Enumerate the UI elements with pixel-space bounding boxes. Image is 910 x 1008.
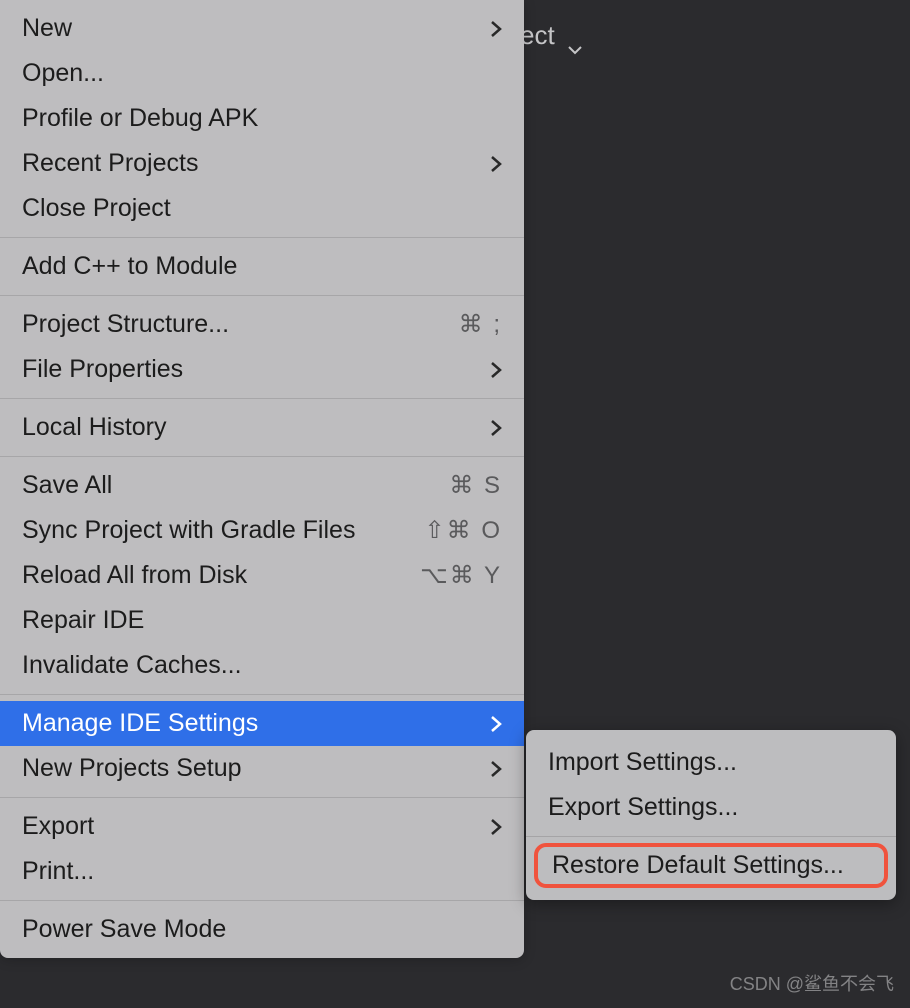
keyboard-shortcut: ⌘ ; <box>459 310 502 339</box>
menu-item-open[interactable]: Open... <box>0 51 524 96</box>
keyboard-shortcut: ⇧⌘ O <box>425 516 502 545</box>
file-menu: New Open... Profile or Debug APK Recent … <box>0 0 524 958</box>
menu-item-label: Export <box>22 812 94 841</box>
menu-item-label: Sync Project with Gradle Files <box>22 516 355 545</box>
keyboard-shortcut: ⌘ S <box>449 471 502 500</box>
menu-item-project-structure[interactable]: Project Structure... ⌘ ; <box>0 302 524 347</box>
menu-item-save-all[interactable]: Save All ⌘ S <box>0 463 524 508</box>
menu-item-power-save-mode[interactable]: Power Save Mode <box>0 907 524 952</box>
menu-item-label: Project Structure... <box>22 310 229 339</box>
menu-item-label: Profile or Debug APK <box>22 104 258 133</box>
menu-item-add-cpp-module[interactable]: Add C++ to Module <box>0 244 524 289</box>
submenu-item-label: Import Settings... <box>548 748 737 777</box>
toolbar-dropdown-fragment[interactable]: ect <box>520 20 583 51</box>
menu-item-label: Repair IDE <box>22 606 144 635</box>
menu-item-label: New <box>22 14 72 43</box>
chevron-right-icon <box>490 760 502 778</box>
menu-item-label: Open... <box>22 59 104 88</box>
chevron-right-icon <box>490 818 502 836</box>
submenu-item-import-settings[interactable]: Import Settings... <box>526 740 896 785</box>
chevron-right-icon <box>490 20 502 38</box>
menu-item-label: Manage IDE Settings <box>22 709 258 738</box>
menu-item-new[interactable]: New <box>0 6 524 51</box>
chevron-right-icon <box>490 419 502 437</box>
submenu-item-label: Export Settings... <box>548 793 738 822</box>
menu-separator <box>0 237 524 238</box>
menu-separator <box>0 456 524 457</box>
chevron-right-icon <box>490 155 502 173</box>
menu-item-label: Save All <box>22 471 112 500</box>
menu-separator <box>0 398 524 399</box>
menu-separator <box>0 295 524 296</box>
menu-item-label: Close Project <box>22 194 171 223</box>
submenu-item-label: Restore Default Settings... <box>552 851 844 880</box>
menu-separator <box>526 836 896 837</box>
chevron-right-icon <box>490 715 502 733</box>
menu-item-new-projects-setup[interactable]: New Projects Setup <box>0 746 524 791</box>
menu-item-print[interactable]: Print... <box>0 849 524 894</box>
submenu-item-export-settings[interactable]: Export Settings... <box>526 785 896 830</box>
submenu-item-restore-default-settings[interactable]: Restore Default Settings... <box>534 843 888 888</box>
menu-item-export[interactable]: Export <box>0 804 524 849</box>
menu-separator <box>0 694 524 695</box>
menu-item-label: Invalidate Caches... <box>22 651 242 680</box>
menu-item-manage-ide-settings[interactable]: Manage IDE Settings <box>0 701 524 746</box>
menu-item-label: Print... <box>22 857 94 886</box>
keyboard-shortcut: ⌥⌘ Y <box>420 561 502 590</box>
menu-item-file-properties[interactable]: File Properties <box>0 347 524 392</box>
menu-item-label: Reload All from Disk <box>22 561 247 590</box>
chevron-down-icon <box>567 31 583 41</box>
menu-item-repair-ide[interactable]: Repair IDE <box>0 598 524 643</box>
chevron-right-icon <box>490 361 502 379</box>
menu-separator <box>0 900 524 901</box>
manage-ide-settings-submenu: Import Settings... Export Settings... Re… <box>526 730 896 900</box>
menu-item-label: File Properties <box>22 355 183 384</box>
menu-separator <box>0 797 524 798</box>
menu-item-label: Recent Projects <box>22 149 198 178</box>
menu-item-profile-debug-apk[interactable]: Profile or Debug APK <box>0 96 524 141</box>
toolbar-text: ect <box>520 20 555 51</box>
menu-item-label: Power Save Mode <box>22 915 226 944</box>
menu-item-close-project[interactable]: Close Project <box>0 186 524 231</box>
menu-item-label: Add C++ to Module <box>22 252 237 281</box>
watermark-text: CSDN @鲨鱼不会飞 <box>730 970 894 996</box>
menu-item-invalidate-caches[interactable]: Invalidate Caches... <box>0 643 524 688</box>
menu-item-reload-from-disk[interactable]: Reload All from Disk ⌥⌘ Y <box>0 553 524 598</box>
menu-item-label: Local History <box>22 413 167 442</box>
menu-item-local-history[interactable]: Local History <box>0 405 524 450</box>
menu-item-sync-gradle[interactable]: Sync Project with Gradle Files ⇧⌘ O <box>0 508 524 553</box>
menu-item-recent-projects[interactable]: Recent Projects <box>0 141 524 186</box>
menu-item-label: New Projects Setup <box>22 754 242 783</box>
